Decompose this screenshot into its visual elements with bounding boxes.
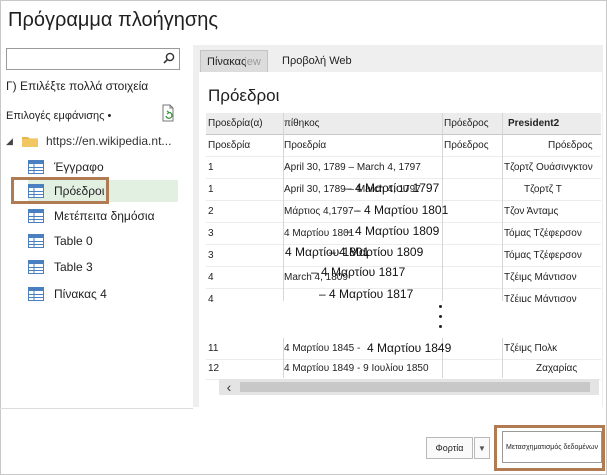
tab-table-view[interactable]: Πίνακας iew <box>200 50 268 73</box>
overlay-text: – 4 Μαρτίου 1817 <box>319 287 414 301</box>
folder-icon <box>22 137 38 147</box>
tree-node-label: Μετέπειτα δημόσια <box>54 209 155 223</box>
column-divider <box>502 338 503 378</box>
window-title: Πρόγραμμα πλοήγησης <box>8 9 219 31</box>
column-header[interactable]: Πρόεδρος <box>444 113 502 134</box>
column-divider <box>283 113 284 301</box>
table-cell: Τζον Άνταμς <box>504 206 559 217</box>
table-header-row: Προεδρία(α) πίθηκος Πρόεδρος President2 <box>206 113 601 135</box>
chevron-down-icon: • <box>107 110 112 122</box>
refresh-icon[interactable] <box>160 104 176 122</box>
overlay-text: – 4 Μαρτίου 1801 <box>354 203 449 217</box>
table-cell: 4 <box>208 272 214 283</box>
table-icon <box>28 160 44 174</box>
table-row: 1 April 30, 1789 – March 4, 1797 Τζορτζ … <box>206 157 601 179</box>
search-icon[interactable] <box>163 52 175 64</box>
tree-node-label: Έγγραφο <box>54 160 104 174</box>
display-options-label: Επιλογές εμφάνισης <box>6 110 105 122</box>
column-header[interactable]: Προεδρία(α) <box>208 113 280 134</box>
table-cell: 3 <box>208 228 214 239</box>
table-cell: Τζέιμς Πολκ <box>504 343 558 354</box>
table-cell: Προεδρία <box>284 140 327 151</box>
table-cell: 4 Μαρτίου 1849 - 9 Ιουλίου 1850 <box>284 363 429 374</box>
tab-web-view[interactable]: Προβολή Web <box>276 50 358 72</box>
column-header[interactable]: President2 <box>508 113 604 134</box>
table-cell: Ζαχαρίας <box>536 363 578 374</box>
overlay-text: – 4 Μαρτίου 1817 <box>311 265 406 279</box>
tab-label: Πίνακας <box>207 56 247 68</box>
transform-data-button[interactable]: Μετασχηματισμός δεδομένων <box>502 431 602 463</box>
table-cell: Τόμας Τζέφερσον <box>504 250 582 261</box>
table-row: Προεδρία Προεδρία Πρόεδρος Πρόεδρος <box>206 135 601 157</box>
table-cell: Πρόεδρος <box>444 140 489 151</box>
column-divider <box>283 338 284 378</box>
table-icon <box>28 234 44 248</box>
table-icon <box>28 260 44 274</box>
table-cell: April 30, 1789 – March 4, 1797 <box>284 162 421 173</box>
select-multiple-checkbox[interactable]: Γ) Επιλέξτε πολλά στοιχεία <box>6 79 148 93</box>
table-cell: 3 <box>208 250 214 261</box>
table-row: 12 4 Μαρτίου 1849 - 9 Ιουλίου 1850 Ζαχαρ… <box>206 358 601 380</box>
search-input[interactable] <box>6 48 180 70</box>
table-gap <box>206 302 601 338</box>
table-cell: Πρόεδρος <box>548 140 593 151</box>
column-divider <box>502 113 503 301</box>
divider <box>0 408 193 409</box>
tree-node-label: Table 3 <box>54 260 93 274</box>
scrollbar-thumb[interactable] <box>240 382 590 392</box>
tree-node-label: Table 0 <box>54 234 93 248</box>
display-options-dropdown[interactable]: Επιλογές εμφάνισης • <box>6 110 111 122</box>
scroll-left-icon[interactable]: ‹ <box>220 379 238 395</box>
table-cell: 11 <box>208 343 219 354</box>
overlay-text: 4 Μαρτίου 1849 <box>367 341 452 355</box>
table-cell: Τόμας Τζέφερσον <box>504 228 582 239</box>
load-button[interactable]: Φορτία <box>426 437 473 459</box>
table-icon <box>28 209 44 223</box>
tree-node-later-public[interactable]: Μετέπειτα δημόσια <box>28 205 155 227</box>
tree-node-table-0[interactable]: Table 0 <box>28 230 93 252</box>
tree-root-label: https://en.wikipedia.nt... <box>46 134 172 148</box>
tree-root-node[interactable]: ◢ https://en.wikipedia.nt... <box>6 134 171 148</box>
overlay-text: – 4 Μαρτίου 1809 <box>345 224 440 238</box>
table-cell: Τζέιμς Μάντισον <box>504 272 577 283</box>
table-icon <box>28 287 44 301</box>
preview-title: Πρόεδροι <box>208 86 280 105</box>
tree-node-table-3[interactable]: Table 3 <box>28 256 93 278</box>
tree-node-table-4[interactable]: Πίνακας 4 <box>28 283 107 305</box>
selection-highlight <box>11 177 109 204</box>
table-cell: 12 <box>208 363 220 374</box>
expand-caret-icon[interactable]: ◢ <box>6 136 18 147</box>
table-cell: Προεδρία <box>208 140 251 151</box>
ellipsis-icon <box>439 305 443 335</box>
table-cell: 1 <box>208 162 214 173</box>
table-cell: 2 <box>208 206 214 217</box>
load-dropdown-button[interactable]: ▼ <box>474 437 490 459</box>
tab-label-ghost: iew <box>244 56 261 68</box>
overlay-text: – 4 Μαρτίου 1797 <box>345 181 440 195</box>
column-header[interactable]: πίθηκος <box>284 113 444 134</box>
table-cell: Τζορτζ Τ <box>524 184 562 195</box>
table-cell: 1 <box>208 184 214 195</box>
overlay-text: – 4 Μαρτίου 1809 <box>329 245 424 259</box>
tree-node-document[interactable]: Έγγραφο <box>28 156 104 178</box>
table-cell: Τζορτζ Ουάσινγκτον <box>504 162 593 173</box>
tree-node-label: Πίνακας 4 <box>54 287 107 301</box>
